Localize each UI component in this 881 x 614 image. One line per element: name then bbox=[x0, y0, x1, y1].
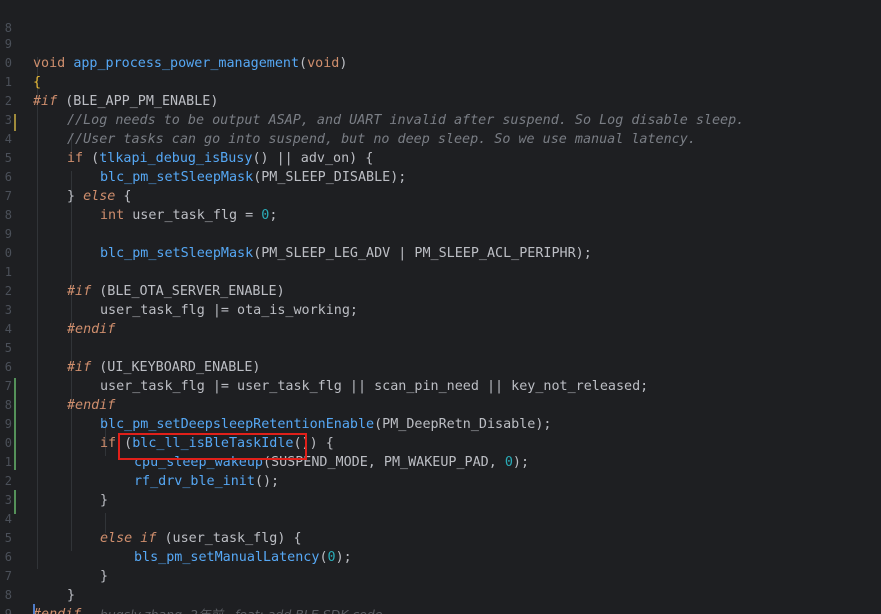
code-line[interactable]: 7 #endif bbox=[0, 358, 881, 413]
code-line[interactable]: 6 } bbox=[0, 529, 881, 584]
text-caret bbox=[33, 604, 35, 614]
code-line[interactable]: 5 bls_pm_setManualLatency(0); bbox=[0, 510, 881, 565]
code-line[interactable]: 8 blc_pm_setDeepsleepRetentionEnable(PM_… bbox=[0, 377, 881, 432]
code-line[interactable]: 9 if (blc_ll_isBleTaskIdle()) { bbox=[0, 396, 881, 451]
code-line[interactable]: 3 //User tasks can go into suspend, but … bbox=[0, 92, 881, 147]
code-line[interactable]: 0 { bbox=[0, 35, 881, 90]
code-line[interactable]: 1 #if (BLE_APP_PM_ENABLE) bbox=[0, 54, 881, 109]
code-line[interactable]: 4 if (tlkapi_debug_isBusy() || adv_on) { bbox=[0, 111, 881, 166]
code-line[interactable]: 6 } else { bbox=[0, 149, 881, 204]
code-line[interactable]: 9 } bbox=[0, 586, 881, 614]
code-line[interactable]: 7 } bbox=[0, 548, 881, 603]
code-line[interactable]: 5 blc_pm_setSleepMask(PM_SLEEP_DISABLE); bbox=[0, 130, 881, 185]
code-line[interactable]: 6 user_task_flg |= user_task_flg || scan… bbox=[0, 339, 881, 394]
code-line[interactable]: 1 #if (BLE_OTA_SERVER_ENABLE) bbox=[0, 244, 881, 299]
code-line[interactable]: 0 bbox=[0, 225, 881, 260]
preprocessor-directive: #endif bbox=[33, 605, 81, 614]
code-line[interactable]: 8 bbox=[0, 187, 881, 222]
code-line[interactable]: 9 blc_pm_setSleepMask(PM_SLEEP_LEG_ADV |… bbox=[0, 206, 881, 261]
code-line[interactable]: 3 bbox=[0, 472, 881, 507]
code-line[interactable]: 9 void app_process_power_management(void… bbox=[0, 16, 881, 71]
code-line[interactable]: 3 #endif bbox=[0, 282, 881, 337]
line-number: 9 bbox=[4, 607, 12, 614]
code-editor[interactable]: 8 9 void app_process_power_management(vo… bbox=[0, 0, 881, 614]
code-line[interactable]: 4 else if (user_task_flg) { bbox=[0, 491, 881, 546]
code-line[interactable]: 2 //Log needs to be output ASAP, and UAR… bbox=[0, 73, 881, 128]
git-blame-annotation: bugsly.zhang, 2年前 · feat: add BLE SDK co… bbox=[84, 604, 383, 614]
highlight-box bbox=[118, 433, 307, 460]
code-line[interactable]: 0 cpu_sleep_wakeup(SUSPEND_MODE, PM_WAKE… bbox=[0, 415, 881, 470]
code-line[interactable]: 7 int user_task_flg = 0; bbox=[0, 168, 881, 223]
code-line[interactable]: 5 #if (UI_KEYBOARD_ENABLE) bbox=[0, 320, 881, 375]
code-line[interactable]: 8 #endif bbox=[0, 567, 881, 614]
code-line[interactable]: 2 user_task_flg |= ota_is_working; bbox=[0, 263, 881, 318]
code-line[interactable]: 4 bbox=[0, 301, 881, 336]
